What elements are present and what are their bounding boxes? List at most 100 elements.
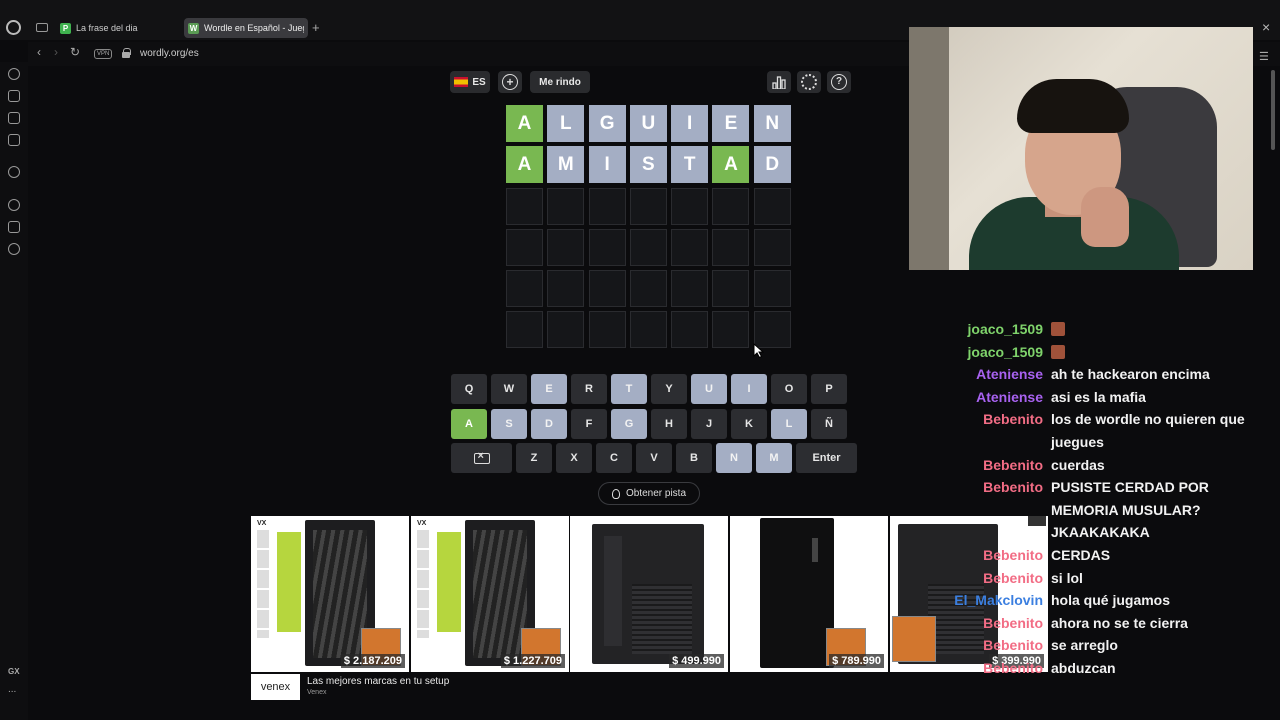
board-tile (588, 270, 626, 308)
gx-label[interactable]: GX (8, 667, 20, 676)
chat-text: se arreglo (1051, 637, 1118, 654)
ad-product-2[interactable]: VX $ 1.227.709 (411, 516, 569, 672)
enter-key[interactable]: Enter (796, 443, 857, 473)
board-tile (712, 311, 750, 349)
settings-gear-icon[interactable] (8, 243, 20, 255)
chat-username: Bebenito (983, 546, 1043, 563)
key-j[interactable]: J (691, 409, 727, 439)
vpn-badge[interactable]: VPN (94, 49, 113, 59)
opera-logo-icon[interactable] (6, 20, 21, 35)
key-b[interactable]: B (676, 443, 712, 473)
ad-footer[interactable]: venex Las mejores marcas en tu setup Ven… (251, 674, 1048, 700)
key-d[interactable]: D (531, 409, 567, 439)
key-i[interactable]: I (731, 374, 767, 404)
key-o[interactable]: O (771, 374, 807, 404)
board-tile (547, 187, 585, 225)
key-y[interactable]: Y (651, 374, 687, 404)
ad-brand-logo: venex (251, 674, 300, 700)
twitch-icon[interactable] (8, 112, 20, 124)
hint-button[interactable]: Obtener pista (598, 482, 700, 505)
key-k[interactable]: K (731, 409, 767, 439)
settings-button[interactable] (797, 71, 821, 93)
brand-mark: VX (257, 520, 267, 527)
language-button[interactable]: ES (450, 71, 490, 93)
ai-icon[interactable] (8, 166, 20, 178)
ad-product-3[interactable]: $ 499.990 (570, 516, 728, 672)
game-board: ALGUIENAMISTAD (506, 105, 791, 349)
key-l[interactable]: L (771, 409, 807, 439)
key-h[interactable]: H (651, 409, 687, 439)
help-button[interactable]: ? (827, 71, 851, 93)
chat-message: Bebenito PUSISTE CERDAD POR MEMORIA MUSUL… (948, 476, 1248, 544)
key-ñ[interactable]: Ñ (811, 409, 847, 439)
chat-message: joaco_1509 (948, 318, 1248, 341)
url-field[interactable]: wordly.org/es (140, 48, 199, 59)
key-t[interactable]: T (611, 374, 647, 404)
key-n[interactable]: N (716, 443, 752, 473)
key-q[interactable]: Q (451, 374, 487, 404)
key-r[interactable]: R (571, 374, 607, 404)
gx-corner-icon[interactable] (8, 90, 20, 102)
keyboard-row-3: ZXCVBNMEnter (451, 443, 857, 473)
backspace-icon (473, 450, 490, 464)
new-tab-button[interactable]: + (312, 20, 320, 35)
stats-button[interactable] (767, 71, 791, 93)
backspace-key[interactable] (451, 443, 512, 473)
ad-product-1[interactable]: VX $ 2.187.209 (251, 516, 409, 672)
key-g[interactable]: G (611, 409, 647, 439)
webcam-overlay (909, 27, 1253, 270)
hint-label: Obtener pista (625, 488, 687, 499)
window-close-button[interactable]: × (1262, 19, 1270, 35)
board-tile (547, 311, 585, 349)
key-s[interactable]: S (491, 409, 527, 439)
scrollbar[interactable] (1271, 70, 1275, 150)
messenger-icon[interactable] (8, 134, 20, 146)
keyboard-row-1: QWERTYUIOP (451, 374, 847, 404)
tab-favicon: W (188, 22, 199, 34)
key-u[interactable]: U (691, 374, 727, 404)
pc-case-image (592, 524, 704, 664)
gx-control-icon[interactable] (8, 68, 20, 80)
key-w[interactable]: W (491, 374, 527, 404)
key-e[interactable]: E (531, 374, 567, 404)
ad-product-4[interactable]: $ 789.990 (730, 516, 888, 672)
ad-tagline: Las mejores marcas en tu setup (307, 676, 450, 687)
spain-flag-icon (454, 77, 469, 87)
plus-circle-icon: + (502, 74, 518, 90)
tab-wordle[interactable]: W Wordle en Español - Jueg (184, 18, 308, 38)
board-tile: A (506, 146, 543, 184)
back-icon[interactable]: ‹ (37, 45, 41, 59)
board-tile (671, 270, 709, 308)
chat-username: Bebenito (983, 614, 1043, 631)
key-p[interactable]: P (811, 374, 847, 404)
board-tile: T (671, 146, 709, 184)
chat-text: los de wordle no quieren que juegues (1051, 411, 1245, 450)
chat-message: Bebenito los de wordle no quieren que jue… (948, 408, 1248, 453)
key-c[interactable]: C (596, 443, 632, 473)
new-game-button[interactable]: + (498, 71, 522, 93)
key-a[interactable]: A (451, 409, 487, 439)
key-x[interactable]: X (556, 443, 592, 473)
chat-message: Ateniense ah te hackearon encima (948, 363, 1248, 386)
more-icon[interactable]: ... (8, 684, 16, 695)
reload-icon[interactable]: ↻ (70, 45, 80, 59)
history-icon[interactable] (8, 199, 20, 211)
give-up-button[interactable]: Me rindo (530, 71, 590, 93)
chat-username: joaco_1509 (967, 321, 1044, 337)
board-tile (506, 228, 543, 266)
key-f[interactable]: F (571, 409, 607, 439)
key-v[interactable]: V (636, 443, 672, 473)
key-z[interactable]: Z (516, 443, 552, 473)
board-tile (671, 187, 709, 225)
product-price: $ 1.227.709 (500, 654, 565, 668)
easy-setup-icon[interactable]: ☰ (1259, 50, 1269, 63)
board-tile: A (506, 105, 543, 142)
forward-icon[interactable]: › (54, 45, 58, 59)
board-tile: D (753, 146, 791, 184)
cpu-box-image (892, 616, 936, 662)
tab-frase-del-dia[interactable]: P La frase del dia (56, 18, 180, 38)
key-m[interactable]: M (756, 443, 792, 473)
workspaces-icon[interactable] (36, 23, 48, 32)
lock-icon[interactable] (122, 48, 131, 58)
extensions-icon[interactable] (8, 221, 20, 233)
